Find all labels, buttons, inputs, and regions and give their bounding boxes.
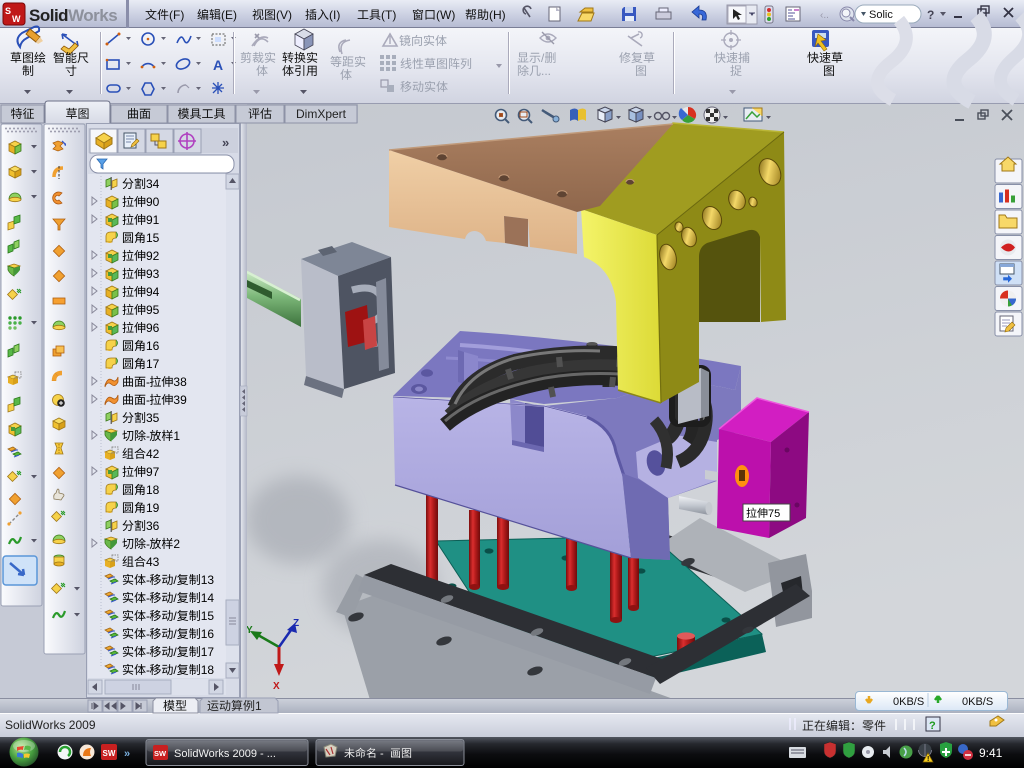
svg-text:13: 13 (201, 573, 215, 587)
svg-text:-: - (146, 537, 150, 551)
svg-text:38: 38 (173, 375, 187, 389)
svg-text:?: ? (927, 8, 934, 22)
svg-text:16: 16 (201, 627, 215, 641)
svg-text:0KB/S: 0KB/S (962, 696, 993, 708)
svg-text:!: ! (927, 756, 929, 763)
svg-text:Solic: Solic (869, 9, 893, 21)
svg-text:-: - (146, 591, 150, 605)
svg-text:90: 90 (146, 195, 160, 209)
svg-text:»: » (222, 135, 229, 150)
svg-text:96: 96 (146, 321, 160, 335)
svg-text:-: - (146, 393, 150, 407)
svg-text:-: - (146, 375, 150, 389)
svg-text:SolidWorks 2009 - ...: SolidWorks 2009 - ... (174, 748, 276, 760)
svg-text:-: - (146, 627, 150, 641)
svg-text:36: 36 (146, 519, 160, 533)
svg-text:-: - (146, 429, 150, 443)
svg-text:/: / (173, 609, 177, 623)
svg-text:-: - (146, 573, 150, 587)
svg-text:19: 19 (146, 501, 160, 515)
svg-text:39: 39 (173, 393, 187, 407)
svg-text:35: 35 (146, 411, 160, 425)
svg-text:SolidWorks: SolidWorks (29, 6, 117, 25)
svg-text:(I): (I) (329, 8, 340, 22)
svg-text:91: 91 (146, 213, 160, 227)
svg-text:15: 15 (201, 609, 215, 623)
svg-text:16: 16 (146, 339, 160, 353)
svg-text:/: / (541, 51, 545, 65)
svg-text:75: 75 (768, 508, 780, 520)
svg-text:93: 93 (146, 267, 160, 281)
svg-text:(V): (V) (276, 8, 292, 22)
svg-text:-: - (146, 609, 150, 623)
svg-text:(F): (F) (169, 8, 184, 22)
svg-text:17: 17 (201, 645, 215, 659)
svg-text:1: 1 (173, 429, 180, 443)
svg-text:(E): (E) (221, 8, 237, 22)
svg-text:(W): (W) (436, 8, 455, 22)
svg-text:18: 18 (201, 663, 215, 677)
svg-text:‹..: ‹.. (820, 10, 829, 21)
svg-text:SW: SW (154, 749, 167, 758)
svg-text:0KB/S: 0KB/S (893, 696, 924, 708)
svg-text:-: - (146, 663, 150, 677)
svg-text:S: S (5, 6, 11, 16)
svg-text:SolidWorks 2009: SolidWorks 2009 (5, 718, 96, 732)
svg-text:?: ? (929, 720, 936, 732)
svg-text:95: 95 (146, 303, 160, 317)
svg-text:/: / (173, 591, 177, 605)
svg-text:-: - (380, 748, 384, 760)
svg-text:42: 42 (146, 447, 160, 461)
svg-text:97: 97 (146, 465, 160, 479)
svg-text:94: 94 (146, 285, 160, 299)
svg-text:92: 92 (146, 249, 160, 263)
svg-text:43: 43 (146, 555, 160, 569)
svg-text:18: 18 (146, 483, 160, 497)
svg-text:34: 34 (146, 177, 160, 191)
svg-text:/: / (173, 663, 177, 677)
svg-text:/: / (173, 645, 177, 659)
svg-text:2: 2 (173, 537, 180, 551)
svg-text:(H): (H) (489, 8, 506, 22)
svg-text:17: 17 (146, 357, 160, 371)
svg-text:14: 14 (201, 591, 215, 605)
svg-text:-: - (146, 645, 150, 659)
svg-text:SW: SW (103, 749, 116, 758)
svg-text:DimXpert: DimXpert (296, 107, 347, 121)
svg-text:...: ... (541, 64, 551, 78)
svg-text:/: / (173, 627, 177, 641)
svg-text:9:41: 9:41 (979, 746, 1003, 760)
svg-text:15: 15 (146, 231, 160, 245)
svg-text:(T): (T) (381, 8, 396, 22)
svg-text:/: / (173, 573, 177, 587)
svg-text:»: » (124, 748, 130, 760)
svg-text:W: W (12, 14, 21, 24)
svg-text:A: A (213, 57, 223, 73)
svg-text:1: 1 (255, 699, 262, 713)
